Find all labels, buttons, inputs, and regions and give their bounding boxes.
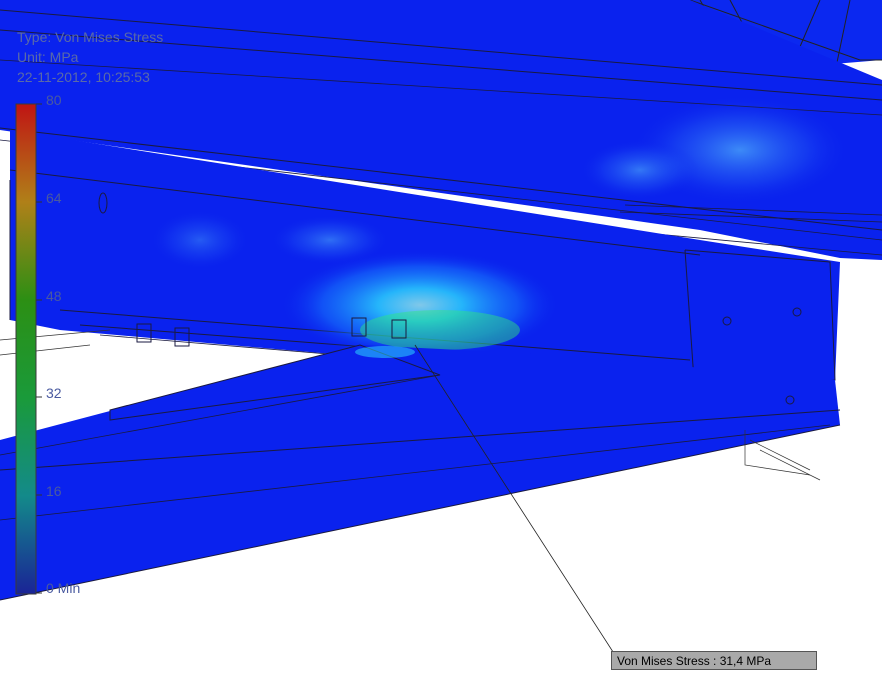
probe-value-label[interactable]: Von Mises Stress : 31,4 MPa — [611, 651, 817, 670]
legend-tick-label: 16 — [46, 483, 62, 499]
legend-tick-label: 0 Min — [46, 580, 81, 596]
legend-color-bar — [15, 103, 37, 595]
legend-tick-label: 80 — [46, 92, 62, 108]
legend-tick-label: 64 — [46, 190, 62, 206]
result-unit-label: Unit: MPa — [17, 49, 79, 65]
result-type-label: Type: Von Mises Stress — [17, 29, 164, 45]
result-timestamp: 22-11-2012, 10:25:53 — [17, 69, 150, 85]
legend-tick-label: 32 — [46, 385, 62, 401]
fea-viewport[interactable] — [0, 0, 882, 691]
legend-tick-label: 48 — [46, 288, 62, 304]
